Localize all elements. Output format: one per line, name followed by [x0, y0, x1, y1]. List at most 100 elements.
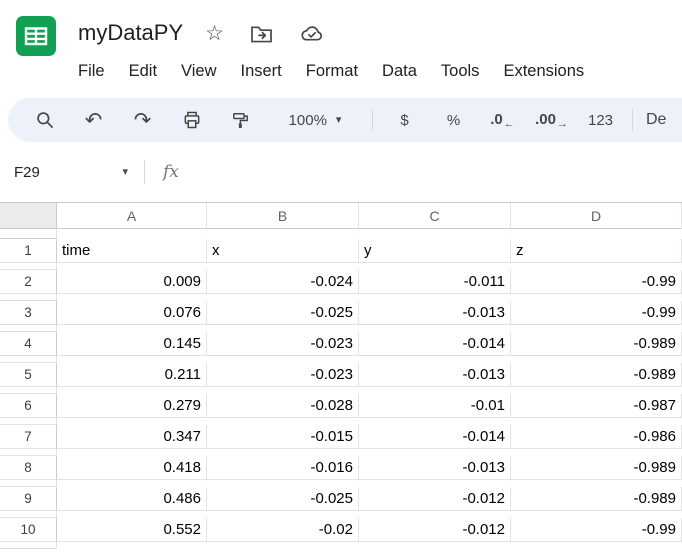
cell[interactable] — [0, 449, 57, 456]
cell[interactable]: -0.023 — [207, 363, 359, 387]
row-header-4[interactable]: 4 — [0, 332, 57, 356]
cell[interactable]: -0.02 — [207, 518, 359, 542]
menu-data[interactable]: Data — [370, 58, 429, 85]
menu-edit[interactable]: Edit — [117, 58, 169, 85]
cell[interactable]: -0.025 — [207, 487, 359, 511]
row-header-6[interactable]: 6 — [0, 394, 57, 418]
table-row-10: 100.552-0.02-0.012-0.99 — [0, 518, 682, 549]
row-header-3[interactable]: 3 — [0, 301, 57, 325]
table-row-4: 40.145-0.023-0.014-0.989 — [0, 332, 682, 363]
number-format-button[interactable]: 123 — [576, 102, 625, 138]
name-box[interactable]: F29 ▾ — [0, 164, 140, 181]
cell[interactable] — [0, 480, 57, 487]
cell[interactable]: time — [57, 239, 207, 263]
star-icon[interactable]: ☆ — [205, 23, 224, 44]
print-button[interactable] — [167, 102, 216, 138]
cell[interactable]: -0.987 — [511, 394, 682, 418]
cell[interactable]: 0.279 — [57, 394, 207, 418]
cell[interactable]: -0.023 — [207, 332, 359, 356]
cell[interactable] — [0, 263, 57, 270]
cell[interactable]: -0.99 — [511, 518, 682, 542]
cell[interactable] — [0, 325, 57, 332]
row-header-9[interactable]: 9 — [0, 487, 57, 511]
zoom-value: 100% — [289, 112, 327, 129]
column-header-c[interactable]: C — [359, 203, 511, 229]
paint-format-button[interactable] — [216, 102, 265, 138]
format-currency-button[interactable]: $ — [380, 102, 429, 138]
cell[interactable]: y — [359, 239, 511, 263]
redo-button[interactable]: ↷ — [118, 102, 167, 138]
menu-format[interactable]: Format — [294, 58, 370, 85]
row-header-7[interactable]: 7 — [0, 425, 57, 449]
font-selector[interactable]: De — [640, 102, 672, 138]
cell[interactable]: 0.552 — [57, 518, 207, 542]
fx-icon[interactable]: fx — [163, 162, 179, 182]
menu-insert[interactable]: Insert — [229, 58, 294, 85]
menu-view[interactable]: View — [169, 58, 228, 85]
decrease-decimal-button[interactable]: .0← — [478, 102, 527, 138]
cell[interactable] — [0, 511, 57, 518]
cell[interactable]: x — [207, 239, 359, 263]
cell[interactable]: -0.012 — [359, 487, 511, 511]
cell[interactable]: -0.013 — [359, 363, 511, 387]
cell[interactable] — [0, 356, 57, 363]
menu-file[interactable]: File — [66, 58, 117, 85]
cell[interactable]: z — [511, 239, 682, 263]
cell[interactable] — [0, 387, 57, 394]
column-header-row: ABCD — [0, 203, 682, 239]
cell[interactable]: -0.015 — [207, 425, 359, 449]
cell[interactable] — [0, 418, 57, 425]
undo-button[interactable]: ↶ — [69, 102, 118, 138]
cell[interactable]: 0.009 — [57, 270, 207, 294]
cell[interactable] — [0, 294, 57, 301]
cell[interactable]: -0.989 — [511, 363, 682, 387]
increase-decimal-button[interactable]: .00→ — [527, 102, 576, 138]
toolbar: ↶ ↷ 100% ▾ $ % .0← — [8, 98, 682, 142]
cell[interactable]: -0.01 — [359, 394, 511, 418]
row-header-5[interactable]: 5 — [0, 363, 57, 387]
column-header-b[interactable]: B — [207, 203, 359, 229]
cell[interactable]: 0.418 — [57, 456, 207, 480]
cell[interactable]: -0.024 — [207, 270, 359, 294]
row-header-2[interactable]: 2 — [0, 270, 57, 294]
row-header-8[interactable]: 8 — [0, 456, 57, 480]
cell[interactable]: 0.211 — [57, 363, 207, 387]
cell[interactable]: -0.012 — [359, 518, 511, 542]
search-menus-button[interactable] — [20, 102, 69, 138]
document-title[interactable]: myDataPY — [78, 20, 183, 46]
column-header-d[interactable]: D — [511, 203, 682, 229]
toolbar-divider — [372, 109, 373, 131]
cell[interactable]: -0.989 — [511, 456, 682, 480]
cell[interactable]: -0.014 — [359, 425, 511, 449]
menu-extensions[interactable]: Extensions — [491, 58, 596, 85]
format-percent-button[interactable]: % — [429, 102, 478, 138]
cell[interactable]: 0.076 — [57, 301, 207, 325]
cell[interactable]: 0.145 — [57, 332, 207, 356]
row-header-10[interactable]: 10 — [0, 518, 57, 542]
menu-tools[interactable]: Tools — [429, 58, 492, 85]
cell[interactable]: 0.347 — [57, 425, 207, 449]
cell[interactable]: -0.028 — [207, 394, 359, 418]
cell[interactable]: -0.99 — [511, 301, 682, 325]
column-header-a[interactable]: A — [57, 203, 207, 229]
cell[interactable]: -0.016 — [207, 456, 359, 480]
cell[interactable]: 0.486 — [57, 487, 207, 511]
select-all-corner[interactable] — [0, 203, 57, 229]
cell[interactable]: -0.014 — [359, 332, 511, 356]
cell[interactable]: -0.025 — [207, 301, 359, 325]
row-header-1[interactable]: 1 — [0, 239, 57, 263]
cell[interactable]: -0.989 — [511, 332, 682, 356]
cell[interactable]: -0.013 — [359, 456, 511, 480]
cell[interactable] — [0, 542, 57, 549]
formula-bar: F29 ▾ fx — [0, 142, 682, 202]
cell[interactable]: -0.99 — [511, 270, 682, 294]
cell[interactable]: -0.011 — [359, 270, 511, 294]
document-status-button[interactable] — [299, 24, 324, 43]
move-to-folder-button[interactable] — [250, 24, 273, 43]
sheets-logo[interactable] — [16, 16, 58, 88]
cell[interactable]: -0.013 — [359, 301, 511, 325]
cell[interactable]: -0.986 — [511, 425, 682, 449]
cell[interactable]: -0.989 — [511, 487, 682, 511]
zoom-selector[interactable]: 100% ▾ — [265, 102, 365, 138]
column-header-partial[interactable] — [0, 229, 57, 239]
